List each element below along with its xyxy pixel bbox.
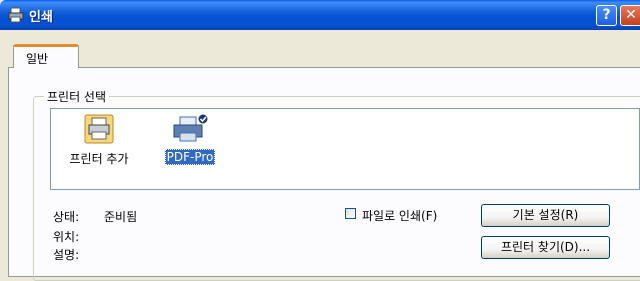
close-button[interactable]: ✕ (620, 5, 640, 26)
title-bar[interactable]: 인쇄 ? ✕ (0, 0, 640, 30)
print-to-file-label: 파일로 인쇄(F) (362, 209, 438, 223)
preferences-button[interactable]: 기본 설정(R) (481, 204, 610, 227)
printer-icon (8, 7, 24, 23)
location-label: 위치: (53, 230, 80, 244)
find-printer-button[interactable]: 프린터 찾기(D)... (481, 236, 610, 259)
status-value: 준비됨 (104, 210, 138, 224)
printer-item-label: 프린터 추가 (69, 152, 129, 166)
tab-label: 일반 (26, 52, 49, 66)
printer-list[interactable]: 프린터 추가 PDF-Pro (50, 108, 640, 190)
comment-label: 설명: (53, 248, 80, 262)
printer-item-add[interactable]: 프린터 추가 (57, 113, 141, 168)
tab-general[interactable]: 일반 (13, 44, 79, 68)
printer-item-label: PDF-Pro (164, 149, 216, 165)
help-button[interactable]: ? (596, 5, 617, 26)
add-printer-icon (84, 114, 114, 144)
window-title: 인쇄 (29, 10, 53, 25)
printer-item-pdf-pro[interactable]: PDF-Pro (155, 113, 225, 165)
printer-icon (173, 113, 209, 142)
printer-group-legend: 프린터 선택 (44, 88, 110, 105)
print-to-file-checkbox[interactable] (345, 208, 356, 219)
status-label: 상태: (53, 210, 80, 224)
